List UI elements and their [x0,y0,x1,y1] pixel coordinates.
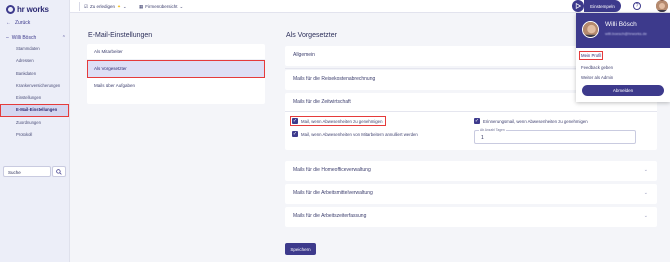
reminder-days-label: Ab Anzahl Tagen [479,128,506,132]
chevron-up-icon: ⌃ [61,35,66,41]
overview-label: Firmenübersicht [145,4,178,9]
sidebar-item-stammdaten[interactable]: Stammdaten [0,43,69,55]
email-settings-nav: Als Mitarbeiter Als Vorgesetzter Mails ü… [87,44,265,104]
search-button[interactable] [52,166,66,177]
todo-menu[interactable]: ☑ Zu erledigen ✦ ⌄ [84,2,127,11]
accordion-title: Mails für die Homeofficeverwaltung [293,167,371,173]
accordion-arbeitsmittel[interactable]: Mails für die Arbeitsmittelverwaltung ⌄ [285,184,657,204]
checkbox-absence-cancel[interactable]: ✓ Mail, wenn Abwesenheiten von Mitarbeit… [292,131,418,137]
topbar-divider [79,2,80,11]
my-profile-link[interactable]: Mein Profil [578,51,604,60]
accordion-title: Mails für die Reisekostenabrechnung [293,76,376,82]
chevron-down-icon: ⌄ [643,167,648,173]
sidebar-search-input[interactable]: Suche [3,166,51,177]
sidebar-item-adressen[interactable]: Adressen [0,55,69,67]
check-icon[interactable]: ✓ [292,131,298,137]
play-icon [575,3,581,9]
accordion-arbeitszeiterfassung[interactable]: Mails für die Arbeitszeiterfassung ⌄ [285,207,657,227]
sidebar-user-toggle[interactable]: – Willi Bösch ⌃ [6,35,66,41]
chevron-down-icon: ⌄ [122,3,127,9]
help-icon[interactable]: ? [633,2,641,10]
feedback-link[interactable]: Feedback geben [581,65,613,70]
search-icon [56,168,62,175]
chevron-down-icon: ⌄ [643,190,648,196]
sidebar-menu: Stammdaten Adressen Bankdaten Krankenver… [0,43,69,141]
reminder-days-value: 1 [481,135,484,141]
logout-button[interactable]: Abmelden [582,85,664,96]
user-photo-icon [583,22,598,37]
nav-item-as-supervisor[interactable]: Als Vorgesetzter [87,60,265,78]
sidebar-item-zuordnungen[interactable]: Zuordnungen [0,117,69,129]
checklist-icon: ☑ [84,3,89,9]
top-bar: ☑ Zu erledigen ✦ ⌄ ▦ Firmenübersicht ⌄ E… [70,0,670,13]
accordion-title: Mails für die Arbeitszeiterfassung [293,213,367,219]
check-icon[interactable]: ✓ [474,118,480,124]
avatar[interactable] [656,0,668,12]
check-icon[interactable]: ✓ [292,118,298,124]
sidebar-item-email-einstellungen[interactable]: E-Mail-Einstellungen [0,104,69,117]
accordion-title: Mails für die Zeitwirtschaft [293,99,351,105]
profile-menu-header: Willi Bösch willi.boesch@hrworks.de [576,13,670,48]
back-label: Zurück [15,20,31,26]
overview-menu[interactable]: ▦ Firmenübersicht ⌄ [139,2,183,11]
profile-menu: Willi Bösch willi.boesch@hrworks.de Mein… [576,13,670,102]
accordion-homeoffice[interactable]: Mails für die Homeofficeverwaltung ⌄ [285,161,657,181]
chevron-down-icon: ⌄ [643,213,648,219]
divider [285,111,657,112]
sidebar-item-bankdaten[interactable]: Bankdaten [0,68,69,80]
sidebar-item-einstellungen[interactable]: Einstellungen [0,92,69,104]
accordion-title: Allgemein [293,52,315,58]
right-panel-title: Als Vorgesetzter [286,32,337,39]
avatar [582,21,599,38]
profile-name: Willi Bösch [605,21,637,28]
todo-label: Zu erledigen [90,4,116,9]
sidebar-item-protokoll[interactable]: Protokoll [0,129,69,141]
checkbox-label: Erinnerungsmail, wenn Abwesenheiten zu g… [483,118,588,124]
chevron-down-icon: ⌄ [179,3,184,9]
grid-icon: ▦ [139,3,144,9]
accordion-header[interactable]: Mails für die Homeofficeverwaltung ⌄ [285,161,657,180]
minus-icon: – [6,35,9,41]
clock-button[interactable] [572,0,584,12]
back-link[interactable]: ← Zurück [6,20,30,26]
accordion-header[interactable]: Mails für die Arbeitsmittelverwaltung ⌄ [285,184,657,203]
sidebar-user-label: Willi Bösch [11,35,37,41]
checkbox-label: Mail, wenn Abwesenheiten von Mitarbeiter… [301,131,418,137]
checkbox-label: Mail, wenn Abwesenheiten zu genehmigen [301,118,383,124]
accordion-header[interactable]: Mails für die Arbeitszeiterfassung ⌄ [285,207,657,226]
arrow-left-icon: ← [6,20,11,26]
app-logo[interactable]: hr works [6,3,49,15]
admin-link[interactable]: Weiter als Admin [581,75,613,80]
left-panel-title: E-Mail-Einstellungen [88,32,153,39]
sidebar-item-krankenversicherungen[interactable]: Krankenversicherungen [0,80,69,92]
logo-text: hr works [17,4,49,14]
reminder-days-input[interactable]: Ab Anzahl Tagen 1 [474,128,636,144]
sparkle-icon: ✦ [117,3,121,9]
checkbox-reminder[interactable]: ✓ Erinnerungsmail, wenn Abwesenheiten zu… [474,118,588,124]
nav-item-task-mails[interactable]: Mails über Aufgaben [87,78,265,94]
profile-email: willi.boesch@hrworks.de [605,32,647,36]
save-button[interactable]: Speichern [285,243,316,255]
sidebar: hr works ← Zurück – Willi Bösch ⌃ Stammd… [0,0,70,262]
checkbox-absence-approve[interactable]: ✓ Mail, wenn Abwesenheiten zu genehmigen [289,116,387,126]
logo-icon [6,4,15,14]
nav-item-as-employee[interactable]: Als Mitarbeiter [87,44,265,60]
accordion-title: Mails für die Arbeitsmittelverwaltung [293,190,373,196]
clock-in-button[interactable]: Einstempeln [584,0,621,12]
user-photo-icon [656,1,668,12]
